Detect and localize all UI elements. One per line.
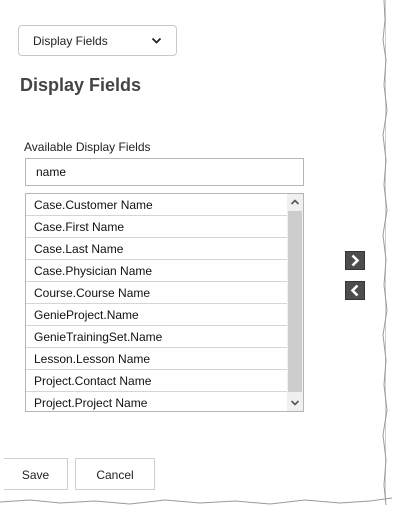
list-scrollbar[interactable] — [287, 194, 303, 411]
page-title: Display Fields — [20, 75, 142, 95]
cancel-button[interactable]: Cancel — [75, 458, 155, 490]
list-item[interactable]: Case.Last Name — [26, 238, 288, 260]
view-select-value: Display Fields — [33, 34, 108, 48]
list-item[interactable]: GenieTrainingSet.Name — [26, 326, 288, 348]
list-item[interactable]: Project.Contact Name — [26, 370, 288, 392]
view-select-dropdown[interactable]: Display Fields — [18, 25, 177, 56]
scroll-up-arrow[interactable] — [287, 194, 303, 210]
torn-edge-right — [382, 0, 388, 506]
list-item[interactable]: Course.Course Name — [26, 282, 288, 304]
chevron-up-icon — [290, 199, 300, 205]
list-item[interactable]: Lesson.Lesson Name — [26, 348, 288, 370]
list-item[interactable]: GenieProject.Name — [26, 304, 288, 326]
list-item[interactable]: Case.Customer Name — [26, 194, 288, 216]
available-fields-list[interactable]: Case.Customer Name Case.First Name Case.… — [25, 193, 304, 412]
list-item[interactable]: Case.First Name — [26, 216, 288, 238]
list-item[interactable]: Project.Project Name — [26, 392, 288, 411]
chevron-down-icon — [290, 400, 300, 406]
list-item[interactable]: Case.Physician Name — [26, 260, 288, 282]
available-fields-label: Available Display Fields — [24, 140, 151, 154]
chevron-down-icon — [151, 37, 162, 44]
chevron-right-icon — [351, 254, 360, 267]
add-field-button[interactable] — [345, 251, 365, 270]
chevron-left-icon — [350, 284, 359, 297]
remove-field-button[interactable] — [345, 281, 365, 300]
scroll-down-arrow[interactable] — [287, 395, 303, 411]
display-fields-panel: Display Fields Display Fields Available … — [0, 0, 386, 502]
scroll-thumb[interactable] — [288, 211, 302, 392]
save-button[interactable]: Save — [4, 458, 68, 490]
field-search-input[interactable] — [25, 158, 304, 186]
torn-edge-bottom — [0, 497, 393, 505]
